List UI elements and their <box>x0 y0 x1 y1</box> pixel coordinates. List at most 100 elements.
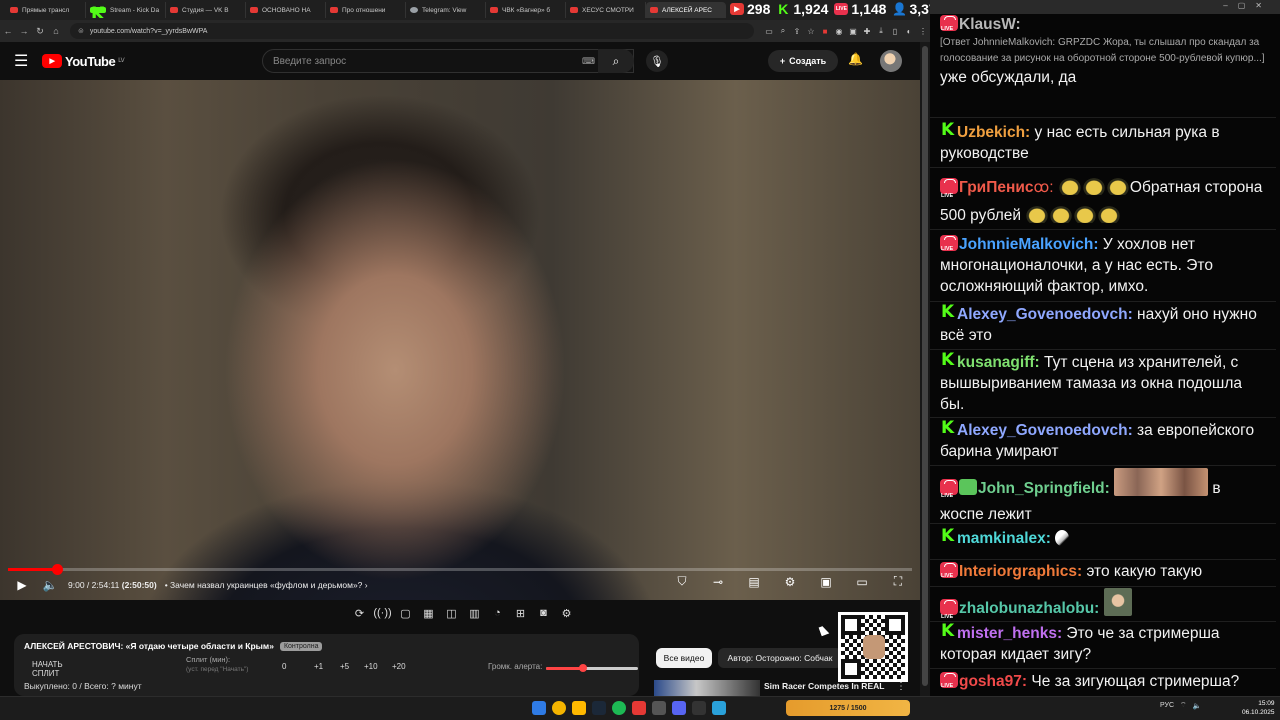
youtube-logo[interactable]: ▶ YouTube LV <box>42 54 125 69</box>
extensions-puzzle-icon[interactable]: ✚ <box>860 27 874 36</box>
browser-tab-active[interactable]: АЛЕКСЕЙ АРЕС <box>646 2 726 18</box>
app-icon[interactable] <box>632 701 646 715</box>
avatar[interactable] <box>880 50 902 72</box>
zoom-icon[interactable]: ⌕ <box>776 26 790 36</box>
volume-icon[interactable]: 🔈 <box>36 578 64 592</box>
url-input[interactable]: ⊜ youtube.com/watch?v=_yyrdsBwWPA <box>70 23 754 39</box>
volume-icon[interactable]: 🔈 <box>1193 702 1202 710</box>
chat-message: Alexey_Govenoedovch: нахуй оно нужно всё… <box>930 302 1276 350</box>
theater-mode-icon[interactable]: ▭ <box>848 575 876 589</box>
mouse-cursor-icon <box>818 624 830 637</box>
extension-icon[interactable]: ■ <box>818 27 832 36</box>
loop-icon[interactable]: ⟳ <box>350 607 369 625</box>
telegram-icon[interactable] <box>712 701 726 715</box>
scrollbar-thumb[interactable] <box>922 46 928 686</box>
split-plus-1-button[interactable]: +1 <box>314 662 323 671</box>
browser-tab[interactable]: Telegram: View <box>406 2 486 18</box>
language-indicator[interactable]: РУС <box>1160 702 1174 709</box>
windows-start-icon[interactable] <box>532 701 546 715</box>
split-plus-5-button[interactable]: +5 <box>340 662 349 671</box>
window-controls[interactable]: –▢✕ <box>1223 1 1272 10</box>
menu-icon[interactable]: ☰ <box>14 51 34 71</box>
page-scrollbar[interactable] <box>920 42 930 696</box>
shield-icon[interactable]: ⛉ <box>668 574 696 589</box>
split-plus-20-button[interactable]: +20 <box>392 662 406 671</box>
app-icon[interactable] <box>652 701 666 715</box>
split-value[interactable]: 0 <box>282 662 286 671</box>
speed-icon[interactable]: ◔ <box>488 607 507 625</box>
keyboard-icon[interactable]: ⌨ <box>582 56 595 67</box>
camera-icon[interactable]: ◙ <box>534 607 553 625</box>
share-icon[interactable]: ⇪ <box>790 27 804 36</box>
person-icon: 👤 <box>891 2 907 16</box>
menu-icon[interactable]: ⋮ <box>916 27 930 36</box>
crop-icon[interactable]: ◫ <box>442 607 461 625</box>
browser-tab[interactable]: ХЕСУС СМОТРИ <box>566 2 646 18</box>
folder-icon[interactable] <box>572 701 586 715</box>
extension-icon[interactable]: ◉ <box>832 27 846 36</box>
alert-volume-knob[interactable] <box>578 664 587 672</box>
bookmark-star-icon[interactable]: ☆ <box>804 27 818 36</box>
vr-icon[interactable]: ▢ <box>396 607 415 625</box>
layout-icon[interactable]: ▥ <box>465 607 484 625</box>
play-icon[interactable]: ▶ <box>8 578 36 592</box>
home-icon[interactable]: ⌂ <box>48 26 64 36</box>
autoplay-toggle[interactable]: ⊸ <box>704 575 732 589</box>
site-info-icon[interactable]: ⊜ <box>78 27 84 35</box>
recommendation-title[interactable]: Sim Racer Competes In REAL <box>764 681 884 691</box>
discord-icon[interactable] <box>672 701 686 715</box>
progress-bar[interactable] <box>8 564 912 575</box>
chip-all-videos[interactable]: Все видео <box>656 648 712 668</box>
youtube-play-icon: ▶ <box>42 54 62 68</box>
browser-tab[interactable]: ОСНОВАНО НА <box>246 2 326 18</box>
settings-gear-icon[interactable]: ⚙ <box>776 575 804 589</box>
add-box-icon[interactable]: ⊞ <box>511 607 530 625</box>
spotify-icon[interactable] <box>612 701 626 715</box>
browser-tab[interactable]: Про отношени <box>326 2 406 18</box>
browser-tab[interactable]: ЧВК «Вагнер» б <box>486 2 566 18</box>
back-icon[interactable]: ← <box>0 26 16 36</box>
reload-icon[interactable]: ↻ <box>32 26 48 37</box>
settings-gear-icon[interactable]: ⚙ <box>557 607 576 625</box>
vk-viewers: LIVE 1,148 <box>834 1 887 17</box>
download-icon[interactable]: ⤓ <box>874 26 888 36</box>
start-split-button[interactable]: НАЧАТЬ СПЛИТ <box>32 660 92 678</box>
video-player[interactable] <box>0 80 920 600</box>
notifications-bell-icon[interactable]: 🔔 <box>848 52 863 66</box>
profile-icon[interactable]: ◐ <box>902 27 916 36</box>
search-button[interactable]: ⌕ <box>598 49 634 73</box>
search-input[interactable]: Введите запрос ⌨ <box>262 49 634 73</box>
split-plus-10-button[interactable]: +10 <box>364 662 378 671</box>
browser-tab[interactable]: Прямые трансл <box>6 2 86 18</box>
chrome-icon[interactable] <box>552 701 566 715</box>
cast-icon[interactable]: ▭ <box>762 27 776 36</box>
extension-icon[interactable]: ▣ <box>846 27 860 36</box>
browser-tab[interactable]: Студия — VK В <box>166 2 246 18</box>
subtitles-icon[interactable]: ▤ <box>740 575 768 589</box>
clock[interactable]: 15:09 06.10.2025 <box>1242 699 1275 717</box>
kick-badge-icon <box>940 621 956 642</box>
player-right-controls: ⛉ ⊸ ▤ ⚙ ▣ ▭ ⛶ <box>668 574 912 589</box>
miniplayer-icon[interactable]: ▣ <box>812 575 840 589</box>
network-icon[interactable]: ⌔ <box>1180 701 1187 710</box>
obs-icon[interactable] <box>692 701 706 715</box>
youtube-icon <box>490 7 498 13</box>
steam-icon[interactable] <box>592 701 606 715</box>
kick-icon <box>90 4 106 18</box>
chat-panel: –▢✕ KlausW: [Ответ JohnnieMalkovich: GRP… <box>930 0 1280 696</box>
recommendation-thumbnail[interactable] <box>654 680 760 696</box>
more-options-icon[interactable]: ⋮ <box>896 681 906 692</box>
alert-volume-slider[interactable] <box>546 664 638 672</box>
voice-search-button[interactable]: 🎙 <box>646 50 668 72</box>
broadcast-icon[interactable]: ((·)) <box>373 607 392 625</box>
chip-author[interactable]: Автор: Осторожно: Собчак <box>718 648 842 668</box>
create-button[interactable]: + Создать <box>768 50 838 72</box>
browser-tab[interactable]: Stream - Kick Da <box>86 2 166 18</box>
fullscreen-icon[interactable]: ⛶ <box>884 574 912 589</box>
kick-viewers: K 1,924 <box>778 1 829 17</box>
forward-icon[interactable]: → <box>16 26 32 36</box>
tag-button[interactable]: Контролна <box>279 641 323 651</box>
film-icon[interactable]: ▦ <box>419 607 438 625</box>
sidebar-icon[interactable]: ▯ <box>888 27 902 36</box>
chapter-title[interactable]: • Зачем назвал украинцев «фуфлом и дерьм… <box>165 580 368 590</box>
